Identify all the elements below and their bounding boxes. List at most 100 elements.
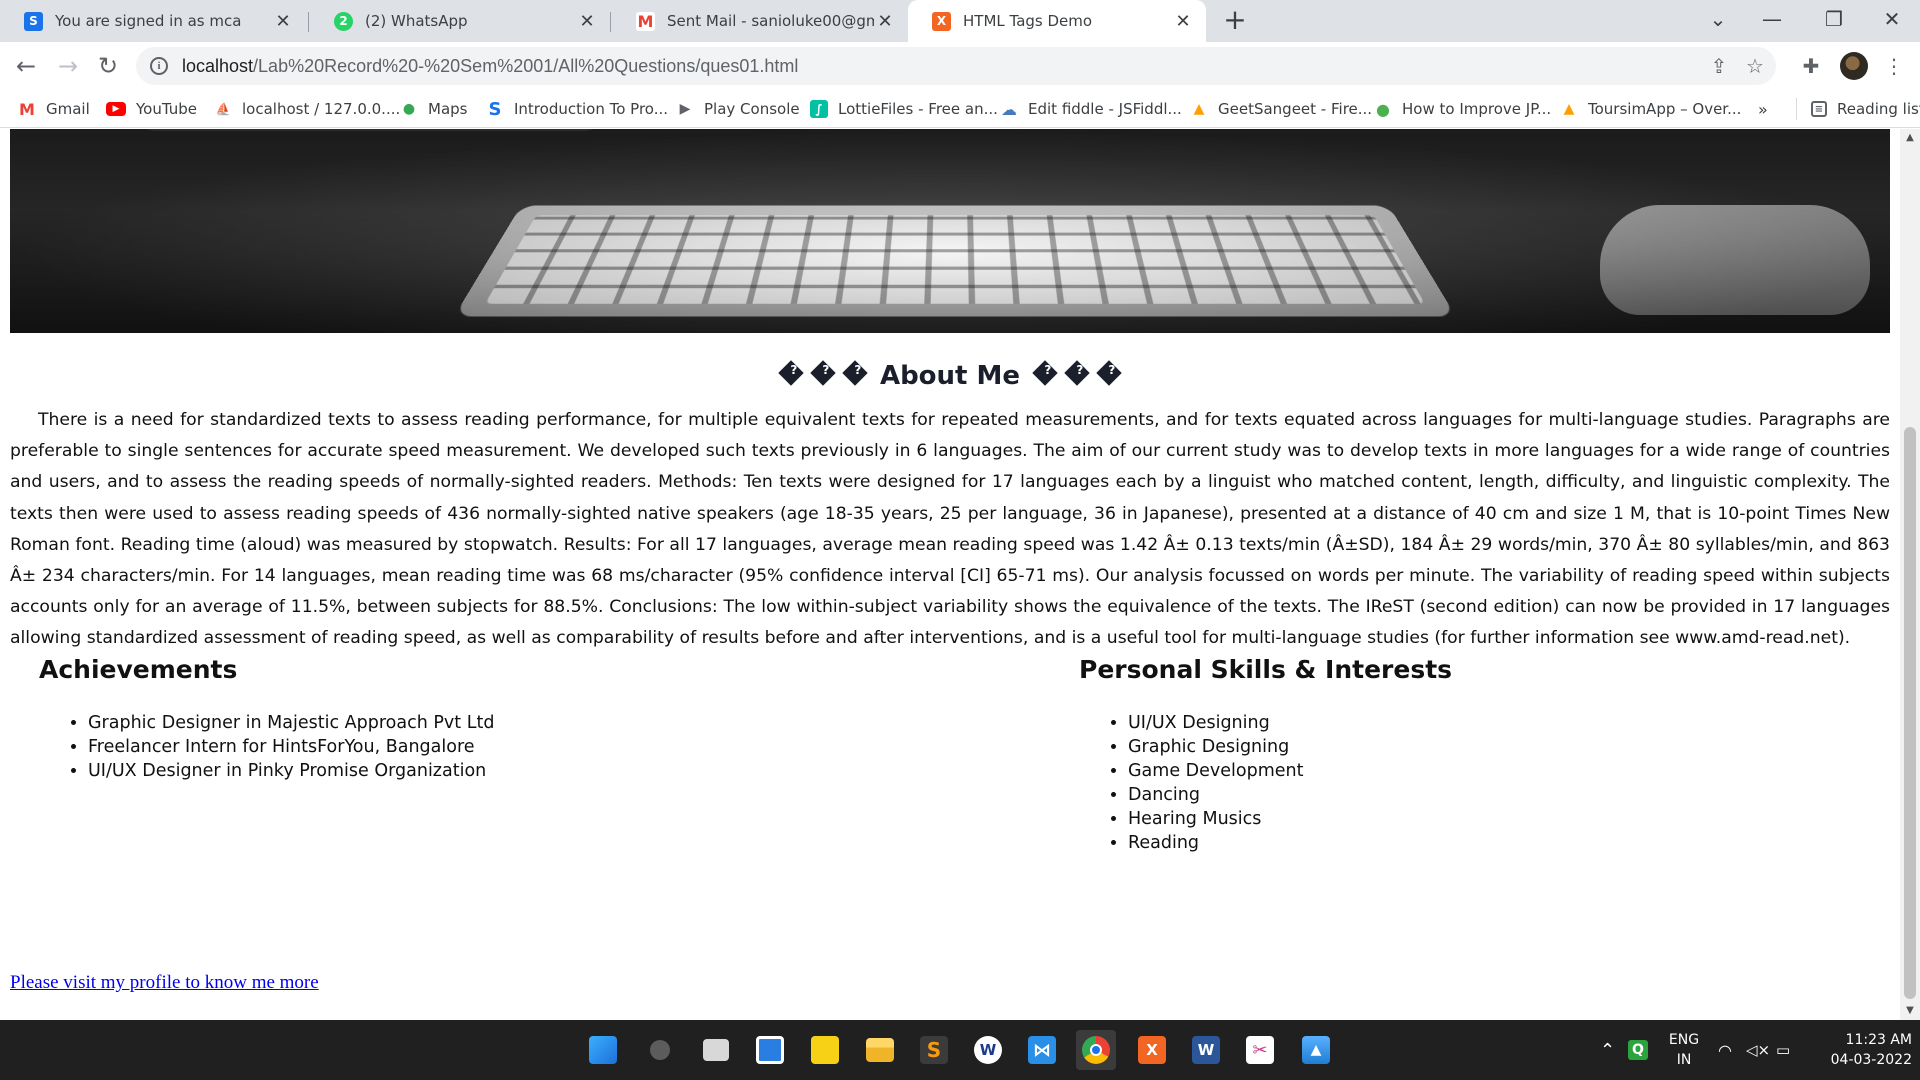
close-icon[interactable]: ✕ [1172,11,1194,32]
close-window-button[interactable]: ✕ [1864,0,1920,42]
chrome-icon[interactable] [1076,1030,1116,1070]
bookmark-geetsangeet[interactable]: ▲ GeetSangeet - Fire... [1190,98,1372,120]
address-bar[interactable]: i localhost/Lab%20Record%20-%20Sem%2001/… [136,47,1776,85]
restore-button[interactable]: ❐ [1806,0,1862,42]
bookmark-gmail[interactable]: M Gmail [18,98,90,120]
task-view-icon[interactable] [696,1030,736,1070]
list-item: Graphic Designer in Majestic Approach Pv… [88,711,494,735]
photos-icon[interactable]: ▲ [1296,1030,1336,1070]
hero-shade [10,129,1890,333]
xampp-icon: X [932,12,951,31]
sticky-notes-icon[interactable] [805,1030,845,1070]
achievements-heading: Achievements [39,655,237,684]
reload-button[interactable]: ↻ [92,50,124,82]
list-item: Game Development [1128,759,1303,783]
battery-icon[interactable]: ▭ [1776,1020,1790,1080]
bookmark-lottiefiles[interactable]: ∫ LottieFiles - Free an... [810,98,998,120]
bookmark-jsfiddle[interactable]: ☁ Edit fiddle - JSFiddl... [1000,98,1182,120]
forward-button[interactable]: → [52,50,84,82]
diamond-icon [1032,360,1057,385]
search-icon[interactable] [640,1030,680,1070]
bookmark-youtube[interactable]: ▶ YouTube [106,98,197,120]
tab-separator [308,12,309,32]
minimize-button[interactable]: — [1744,0,1800,42]
scrollbar-thumb[interactable] [1904,427,1916,999]
volume-muted-icon[interactable]: ◁× [1746,1020,1770,1080]
new-tab-button[interactable]: + [1220,6,1250,36]
diamond-icon [1064,360,1089,385]
diamond-icon [810,360,835,385]
diamond-icon [842,360,867,385]
skills-heading: Personal Skills & Interests [1079,655,1452,684]
qq-tray-icon[interactable]: Q [1628,1020,1648,1080]
profile-link[interactable]: Please visit my profile to know me more [10,972,319,994]
bookmark-star-icon[interactable]: ☆ [1742,53,1768,79]
share-icon[interactable]: ⇪ [1706,53,1732,79]
list-item: UI/UX Designer in Pinky Promise Organiza… [88,759,494,783]
list-item: Hearing Musics [1128,807,1303,831]
tab-search-button[interactable]: ⌄ [1690,0,1746,42]
gmail-icon: M [18,100,36,118]
word-icon[interactable]: W [1186,1030,1226,1070]
language-indicator[interactable]: ENG IN [1664,1030,1704,1070]
reading-list-button[interactable]: ≡ Reading list [1796,98,1920,120]
close-icon[interactable]: ✕ [576,11,598,32]
sublime-text-icon[interactable]: S [914,1030,954,1070]
about-me-title: About Me [880,361,1020,391]
bookmark-localhost[interactable]: ⛵ localhost / 127.0.0.... [214,98,400,120]
snipping-tool-icon[interactable]: ✂ [1240,1030,1280,1070]
bookmarks-bar: M Gmail ▶ YouTube ⛵ localhost / 127.0.0....… [0,90,1920,128]
bookmark-play-console[interactable]: ▶ Play Console [676,98,800,120]
list-item: Reading [1128,831,1303,855]
page-scrollbar[interactable]: ▲ ▼ [1900,129,1920,1020]
widgets-icon[interactable] [750,1030,790,1070]
play-console-icon: ▶ [676,100,694,118]
bookmark-maps[interactable]: ● Maps [400,98,467,120]
show-hidden-icons[interactable]: ⌃ [1600,1020,1615,1080]
lottiefiles-icon: ∫ [810,100,828,118]
xampp-icon[interactable]: X [1132,1030,1172,1070]
bookmarks-overflow-button[interactable]: » [1758,98,1768,120]
skills-list: UI/UX Designing Graphic Designing Game D… [1128,711,1303,855]
phpmyadmin-icon: ⛵ [214,100,232,118]
tab-gmail[interactable]: M Sent Mail - sanioluke00@gmail.c ✕ [612,0,908,42]
firebase-icon: ▲ [1190,100,1208,118]
list-item: Graphic Designing [1128,735,1303,759]
back-button[interactable]: ← [10,50,42,82]
maps-icon: ● [400,100,418,118]
browser-toolbar: ← → ↻ i localhost/Lab%20Record%20-%20Sem… [0,42,1920,90]
app-w-icon[interactable]: W [968,1030,1008,1070]
system-clock[interactable]: 11:23 AM 04-03-2022 [1812,1030,1912,1070]
site-info-icon[interactable]: i [150,57,168,75]
bookmark-introduction[interactable]: S Introduction To Pro... [486,98,668,120]
tab-title: HTML Tags Demo [963,12,1172,30]
scroll-up-arrow-icon[interactable]: ▲ [1900,129,1920,147]
menu-icon[interactable]: ⋮ [1880,52,1908,80]
bookmark-improve-jp[interactable]: ● How to Improve JP... [1374,98,1551,120]
page-viewport: About Me There is a need for standardize… [0,129,1900,1020]
close-icon[interactable]: ✕ [874,11,896,32]
profile-avatar[interactable] [1840,52,1868,80]
tab-signed-in[interactable]: S You are signed in as mca ✕ [0,0,306,42]
about-me-heading: About Me [10,361,1890,391]
wifi-icon[interactable]: ◠ [1718,1020,1732,1080]
url-text[interactable]: localhost/Lab%20Record%20-%20Sem%2001/Al… [182,56,798,77]
achievements-list: Graphic Designer in Majestic Approach Pv… [88,711,494,783]
tab-whatsapp[interactable]: 2 (2) WhatsApp ✕ [310,0,610,42]
bookmark-toursimapp[interactable]: ▲ ToursimApp – Over... [1560,98,1741,120]
tab-html-tags-demo[interactable]: X HTML Tags Demo ✕ [908,0,1206,42]
s-icon: S [486,100,504,118]
whatsapp-icon: 2 [334,12,353,31]
start-icon[interactable] [583,1030,623,1070]
jsfiddle-icon: ☁ [1000,100,1018,118]
about-me-paragraph: There is a need for standardized texts t… [10,405,1890,655]
youtube-icon: ▶ [106,102,126,116]
scroll-down-arrow-icon[interactable]: ▼ [1900,1002,1920,1020]
extensions-icon[interactable]: ✚ [1797,52,1825,80]
list-item: Freelancer Intern for HintsForYou, Banga… [88,735,494,759]
close-icon[interactable]: ✕ [272,11,294,32]
tab-title: Sent Mail - sanioluke00@gmail.c [667,12,874,30]
file-explorer-icon[interactable] [860,1030,900,1070]
tab-title: (2) WhatsApp [365,12,576,30]
vscode-icon[interactable]: ⋈ [1022,1030,1062,1070]
